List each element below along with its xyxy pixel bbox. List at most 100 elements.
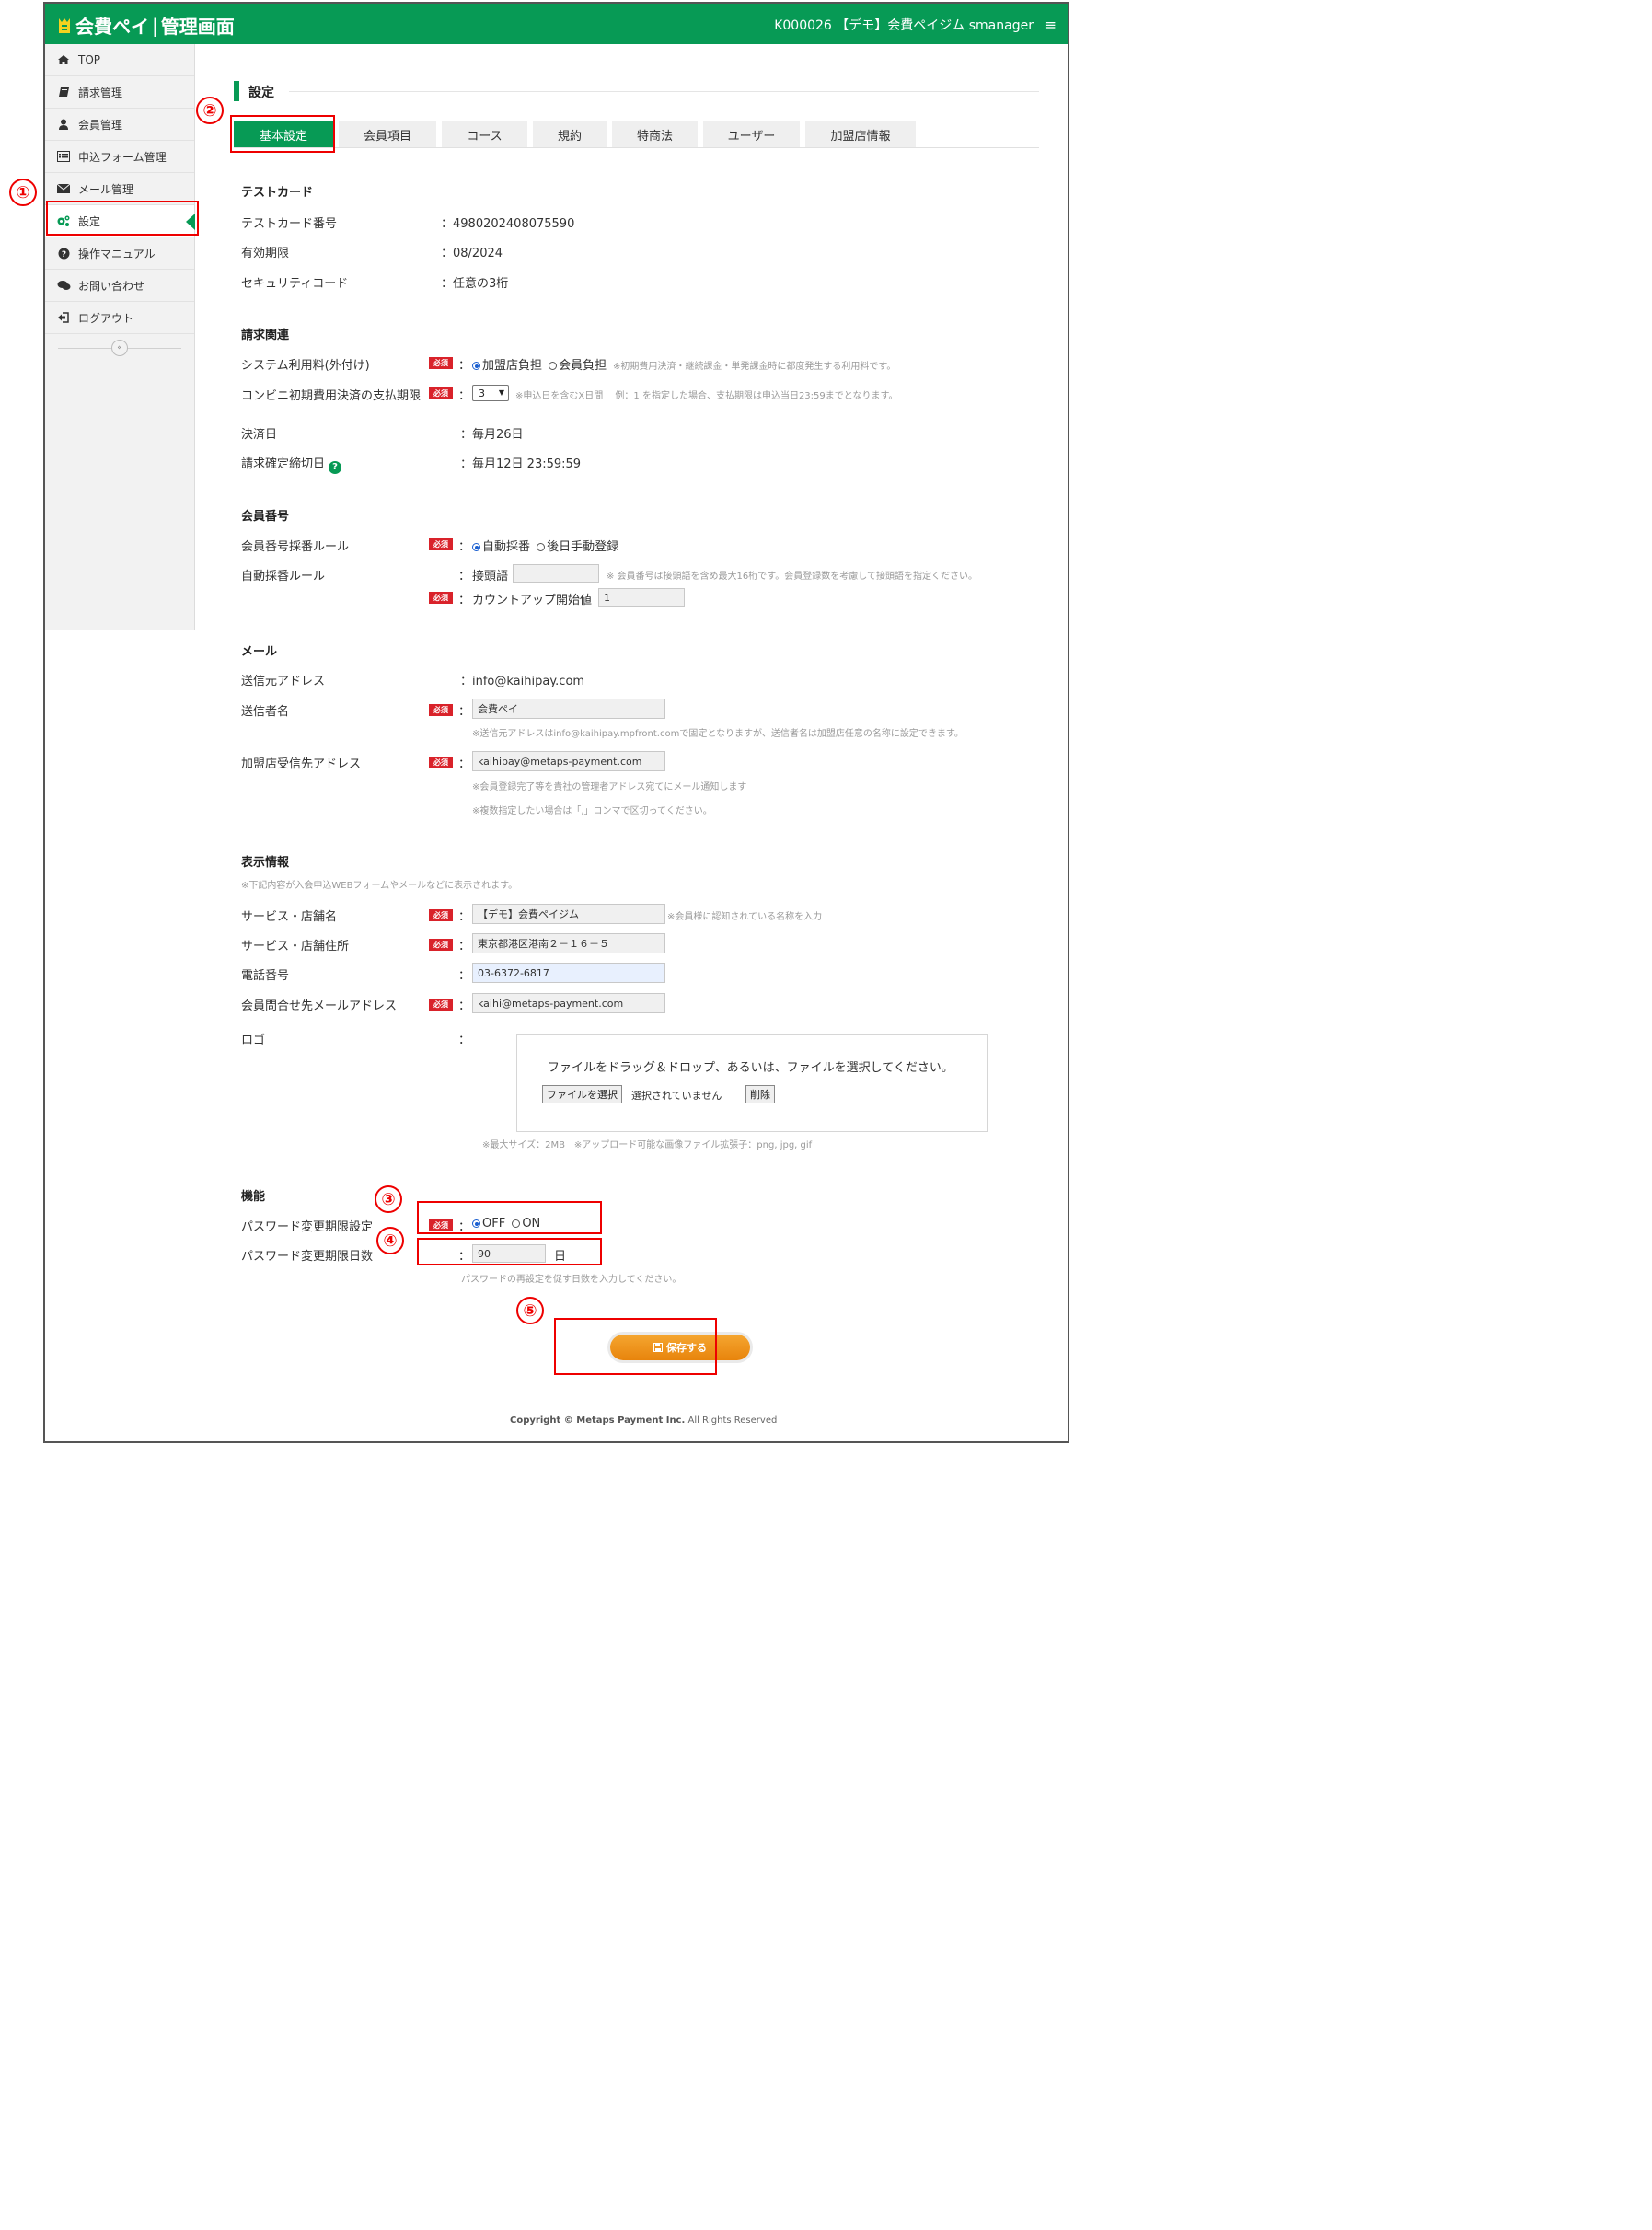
contact-email-label: 会員問合せ先メールアドレス	[241, 999, 398, 1013]
convenience-note: ※申込日を含むX日間 例：1 を指定した場合、支払期限は申込当日23:59までと…	[515, 391, 898, 401]
section-function: 機能	[241, 1190, 266, 1204]
page-title-text: 設定	[248, 86, 274, 100]
required-badge: 必須	[429, 999, 453, 1011]
required-badge: 必須	[429, 939, 453, 951]
tab-merchant-info[interactable]: 加盟店情報	[805, 121, 916, 147]
required-badge: 必須	[429, 357, 453, 369]
required-badge: 必須	[429, 592, 453, 604]
settlement-date-value: ：毎月26日	[460, 428, 524, 442]
fee-merchant-label: 加盟店負担	[482, 359, 543, 373]
colon: ：	[458, 999, 471, 1013]
sidebar-item-members[interactable]: 会員管理	[45, 109, 194, 141]
system-fee-options: 加盟店負担 会員負担	[472, 355, 607, 373]
auto-number-rule-label: 自動採番ルール	[241, 570, 326, 583]
merchant-address-label: 加盟店受信先アドレス	[241, 757, 362, 771]
sidebar-label: ログアウト	[78, 311, 134, 325]
annotation-3: ③	[375, 1185, 402, 1213]
colon: ：	[458, 594, 471, 607]
colon: ：	[458, 570, 471, 583]
question-icon: ?	[56, 247, 71, 260]
service-name-label: サービス・店舗名	[241, 910, 338, 924]
annotation-4: ④	[376, 1227, 404, 1254]
logo-icon	[59, 17, 70, 33]
display-info-note: ※下記内容が入会申込WEBフォームやメールなどに表示されます。	[241, 881, 518, 891]
from-address-value: ：info@kaihipay.com	[460, 675, 585, 688]
prefix-note: ※ 会員番号は接頭語を含め最大16桁です。会員登録数を考慮して接頭語を指定くださ…	[607, 572, 977, 582]
prefix-label: 接頭語	[472, 570, 509, 583]
home-icon	[56, 53, 71, 66]
member-number-rule-label: 会員番号採番ルール	[241, 540, 350, 554]
required-badge: 必須	[429, 387, 453, 399]
help-icon[interactable]: ?	[329, 460, 342, 474]
menu-icon[interactable]: ≡	[1045, 17, 1057, 33]
from-address-label: 送信元アドレス	[241, 675, 326, 688]
page-title: 設定	[234, 81, 1039, 101]
delete-file-button[interactable]: 削除	[745, 1085, 775, 1103]
test-card-number-label: テストカード番号	[241, 217, 338, 231]
sidebar-item-logout[interactable]: ログアウト	[45, 302, 194, 334]
manual-number-radio[interactable]	[537, 543, 546, 551]
auto-number-radio[interactable]	[472, 543, 480, 551]
choose-file-button[interactable]: ファイルを選択	[542, 1085, 622, 1103]
billing-close-value: ：毎月12日 23:59:59	[460, 457, 582, 471]
colon: ：	[458, 757, 471, 771]
tab-course[interactable]: コース	[442, 121, 527, 147]
fee-member-radio[interactable]	[549, 362, 558, 370]
sidebar-item-contact[interactable]: お問い合わせ	[45, 270, 194, 302]
cvc-label: セキュリティコード	[241, 277, 349, 291]
sidebar-label: お問い合わせ	[78, 279, 145, 293]
app-logo[interactable]: 会費ペイ | 管理画面	[56, 12, 235, 39]
merchant-address-note-2: ※複数指定したい場合は「,」コンマで区切ってください。	[472, 806, 712, 816]
colon: ：	[458, 389, 471, 403]
highlight-password-days	[417, 1238, 602, 1265]
annotation-1: ①	[9, 179, 37, 206]
sidebar-label: 申込フォーム管理	[78, 150, 167, 164]
sidebar-label: 会員管理	[78, 118, 123, 132]
colon: ：	[458, 359, 471, 373]
sidebar-collapse: «	[45, 334, 194, 362]
phone-label: 電話番号	[241, 969, 290, 983]
list-icon	[56, 150, 71, 163]
sidebar-item-top[interactable]: TOP	[45, 44, 194, 76]
section-display-info: 表示情報	[241, 856, 290, 870]
footer-copyright: Copyright © Metaps Payment Inc. All Righ…	[510, 1415, 777, 1426]
tab-member-fields[interactable]: 会員項目	[339, 121, 436, 147]
count-start-input[interactable]: 1	[598, 588, 685, 607]
required-badge: 必須	[429, 704, 453, 716]
service-address-input[interactable]: 東京都港区港南２－１６－５	[472, 933, 665, 953]
tab-terms[interactable]: 規約	[533, 121, 607, 147]
phone-input[interactable]: 03-6372-6817	[472, 963, 665, 983]
cvc-value: ：任意の3桁	[441, 277, 509, 291]
merchant-address-input[interactable]: kaihipay@metaps-payment.com	[472, 751, 665, 771]
fee-merchant-radio[interactable]	[472, 362, 480, 370]
settings-tabs: 基本設定 会員項目 コース 規約 特商法 ユーザー 加盟店情報	[234, 121, 1039, 148]
colon: ：	[458, 705, 471, 719]
tab-commercial-law[interactable]: 特商法	[612, 121, 698, 147]
annotation-2: ②	[196, 97, 224, 124]
fee-member-label: 会員負担	[559, 359, 607, 373]
annotation-5: ⑤	[516, 1297, 544, 1324]
sidebar-item-manual[interactable]: ? 操作マニュアル	[45, 237, 194, 270]
prefix-input[interactable]	[513, 564, 599, 583]
sidebar-item-billing[interactable]: 請求管理	[45, 76, 194, 109]
manual-number-label: 後日手動登録	[547, 540, 619, 554]
logo-subtitle: 管理画面	[160, 16, 235, 38]
highlight-save-button	[554, 1318, 717, 1375]
service-name-input[interactable]: 【デモ】会費ペイジム	[472, 904, 665, 924]
required-badge: 必須	[429, 757, 453, 768]
logo-note: ※最大サイズ：2MB ※アップロード可能な画像ファイル拡張子：png, jpg,…	[482, 1140, 813, 1150]
sidebar-item-forms[interactable]: 申込フォーム管理	[45, 141, 194, 173]
colon: ：	[458, 969, 471, 983]
highlight-password-setting	[417, 1201, 602, 1234]
sidebar: TOP 請求管理 会員管理 申込フォーム管理 メール管理 設定 ? 操作マニュア…	[45, 44, 195, 630]
tab-users[interactable]: ユーザー	[703, 121, 800, 147]
required-badge: 必須	[429, 538, 453, 550]
convenience-days-select[interactable]: 3 ▼	[472, 385, 509, 401]
colon: ：	[458, 910, 471, 924]
contact-email-input[interactable]: kaihi@metaps-payment.com	[472, 993, 665, 1013]
expiry-label: 有効期限	[241, 247, 290, 260]
logo-dropzone[interactable]: ファイルをドラッグ＆ドロップ、あるいは、ファイルを選択してください。 ファイルを…	[516, 1034, 988, 1132]
collapse-button[interactable]: «	[111, 340, 128, 356]
sender-name-input[interactable]: 会費ペイ	[472, 699, 665, 719]
sidebar-label: メール管理	[78, 182, 134, 196]
